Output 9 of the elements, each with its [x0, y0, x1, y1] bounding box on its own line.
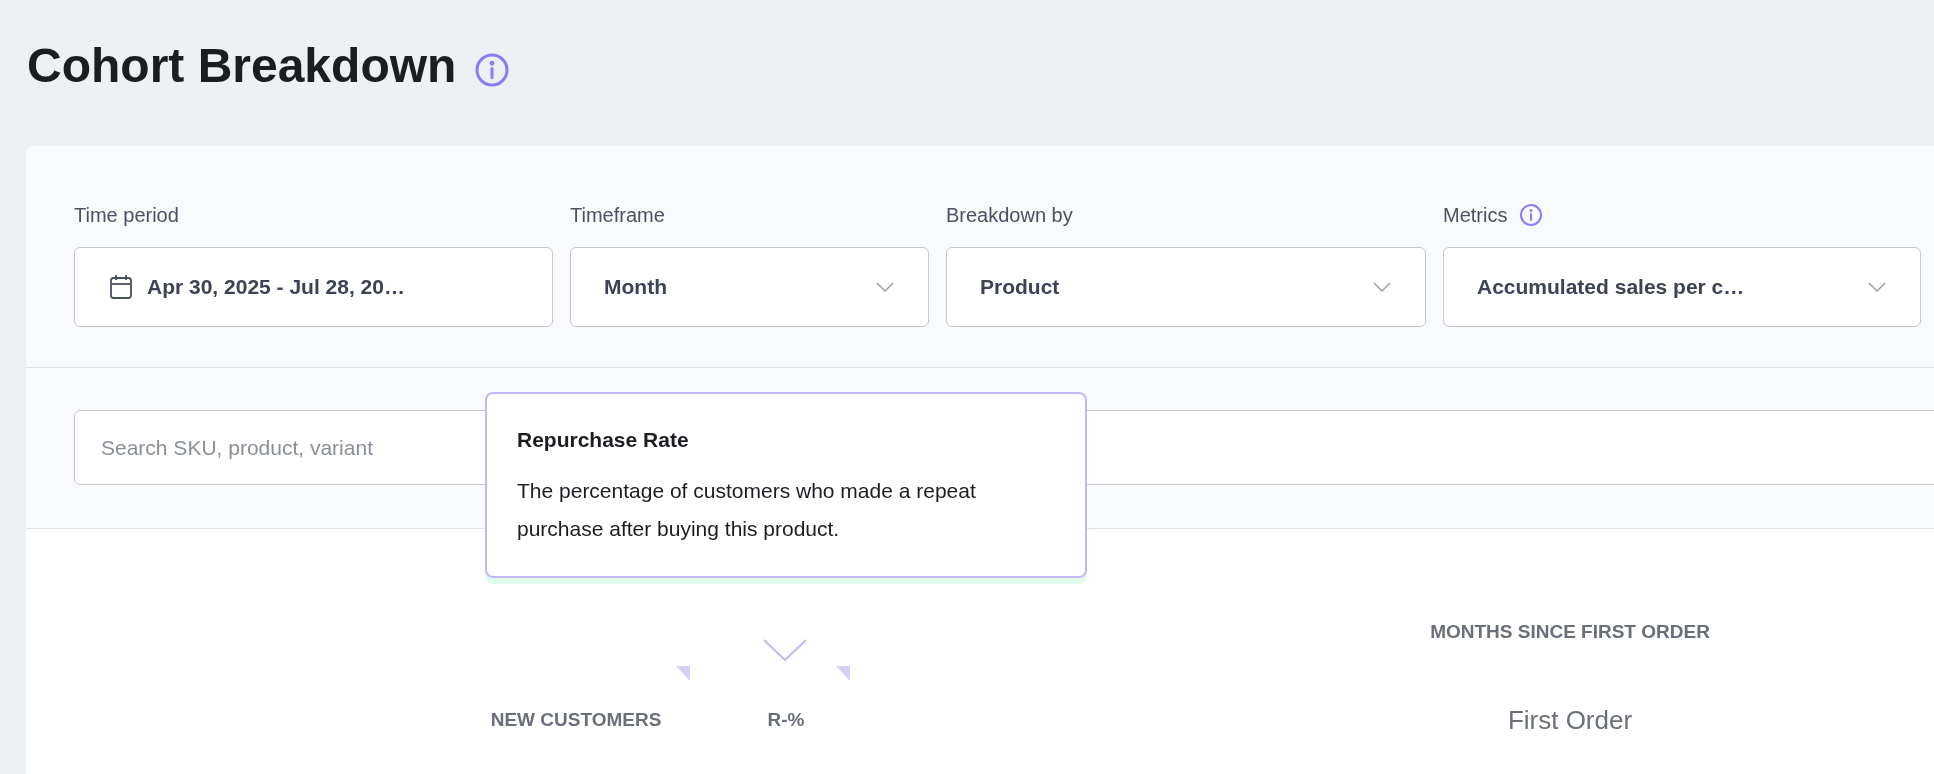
- page-title: Cohort Breakdown: [27, 40, 457, 92]
- group-header: MONTHS SINCE FIRST ORDER: [1430, 622, 1710, 642]
- filter-label: Breakdown by: [946, 203, 1073, 228]
- filter-label: Metrics: [1443, 203, 1508, 228]
- tooltip-text: The percentage of customers who made a repeat purchase after buying this product.: [517, 477, 977, 542]
- filter-label: Time period: [74, 203, 179, 228]
- column-header: First Order: [1507, 704, 1633, 737]
- filter-label: Timeframe: [570, 203, 665, 228]
- tooltip-title: Repurchase Rate: [517, 427, 690, 453]
